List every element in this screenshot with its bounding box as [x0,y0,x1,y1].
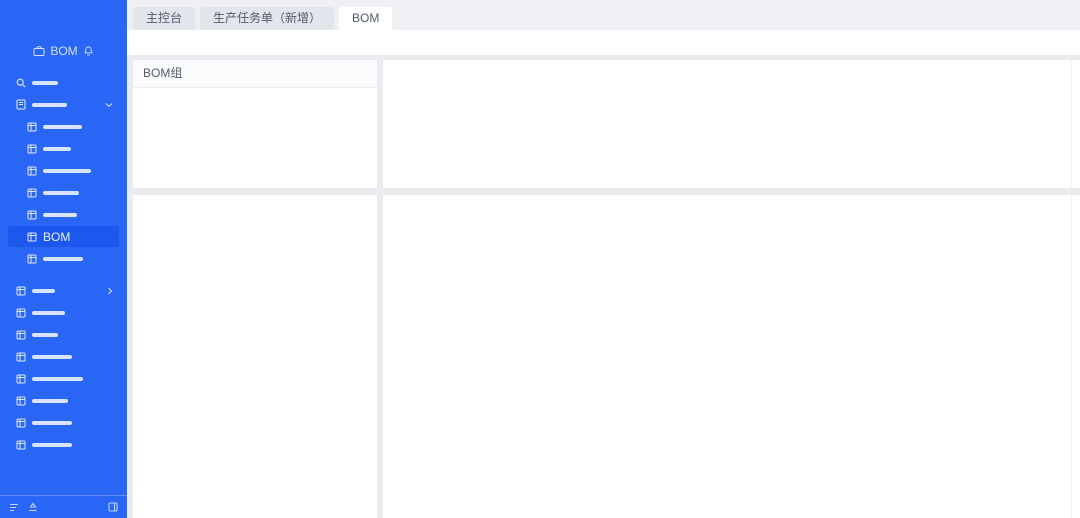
sidebar-subitem[interactable] [8,116,119,137]
sidebar-item-search[interactable] [8,72,119,93]
sidebar-item[interactable] [8,368,119,389]
table-icon [27,254,37,264]
menu-placeholder [32,333,58,337]
tab-bom[interactable]: BOM [339,7,392,30]
chevron-down-icon [105,102,113,108]
table-icon [16,308,26,318]
scrollbar-track[interactable] [1071,195,1080,518]
sidebar-header: BOM [0,44,127,58]
search-icon [16,78,26,88]
content-area: BOM组 [127,55,1080,518]
sidebar: BOM [0,0,127,518]
bom-group-title: BOM组 [133,60,377,88]
bell-icon[interactable] [83,45,94,57]
table-icon [27,166,37,176]
briefcase-icon [33,45,45,57]
tab-production-task[interactable]: 生产任务单（新增） [200,7,334,30]
menu-placeholder [32,289,55,293]
menu-placeholder [32,355,72,359]
table-icon [16,352,26,362]
table-icon [16,418,26,428]
sidebar-item-bom[interactable]: BOM [8,226,119,247]
sidebar-subitem[interactable] [8,182,119,203]
upload-icon[interactable] [28,502,38,512]
menu-placeholder [32,443,72,447]
sidebar-item-documents[interactable] [8,94,119,115]
sidebar-subitem[interactable] [8,204,119,225]
table-icon [27,122,37,132]
sidebar-item-label: BOM [43,230,70,244]
sidebar-footer [0,495,127,518]
panel-toggle-icon[interactable] [108,502,118,512]
sidebar-title: BOM [50,44,77,58]
sidebar-subitem[interactable] [8,248,119,269]
table-icon [16,374,26,384]
table-icon [27,210,37,220]
main-area: 主控台生产任务单（新增）BOM BOM组 [127,0,1080,518]
menu-placeholder [32,81,58,85]
sidebar-subitem[interactable] [8,160,119,181]
menu-placeholder [43,125,82,129]
sidebar-subitem[interactable] [8,138,119,159]
sidebar-item[interactable] [8,324,119,345]
table-icon [27,232,37,242]
chevron-right-icon [107,287,113,295]
tab-bar: 主控台生产任务单（新增）BOM [127,0,1080,30]
menu-placeholder [32,399,68,403]
sidebar-item[interactable] [8,390,119,411]
menu-lines-icon[interactable] [9,503,19,512]
sidebar-item[interactable] [8,302,119,323]
table-icon [16,330,26,340]
table-icon [27,144,37,154]
bom-header-table-panel [383,60,1080,188]
table-icon [16,440,26,450]
menu-placeholder [32,311,65,315]
sidebar-item[interactable] [8,346,119,367]
app-window: BOM [0,0,1080,518]
table-icon [16,396,26,406]
bom-list-table-panel [133,195,377,518]
scrollbar-track[interactable] [1071,60,1080,188]
table-icon [16,286,26,296]
document-icon [16,99,26,110]
menu-placeholder [32,103,67,107]
menu-placeholder [32,421,72,425]
sidebar-item[interactable] [8,434,119,455]
menu-placeholder [43,191,79,195]
menu-placeholder [43,257,83,261]
sidebar-nav: BOM [0,72,127,455]
menu-placeholder [43,147,71,151]
menu-placeholder [43,213,77,217]
table-icon [27,188,37,198]
sidebar-item[interactable] [8,412,119,433]
sidebar-item[interactable] [8,280,119,301]
bom-group-panel: BOM组 [133,60,377,188]
menu-placeholder [43,169,91,173]
bom-detail-table-panel [383,195,1080,518]
toolbar [127,30,1080,55]
menu-placeholder [32,377,83,381]
tab-main-console[interactable]: 主控台 [133,7,195,30]
